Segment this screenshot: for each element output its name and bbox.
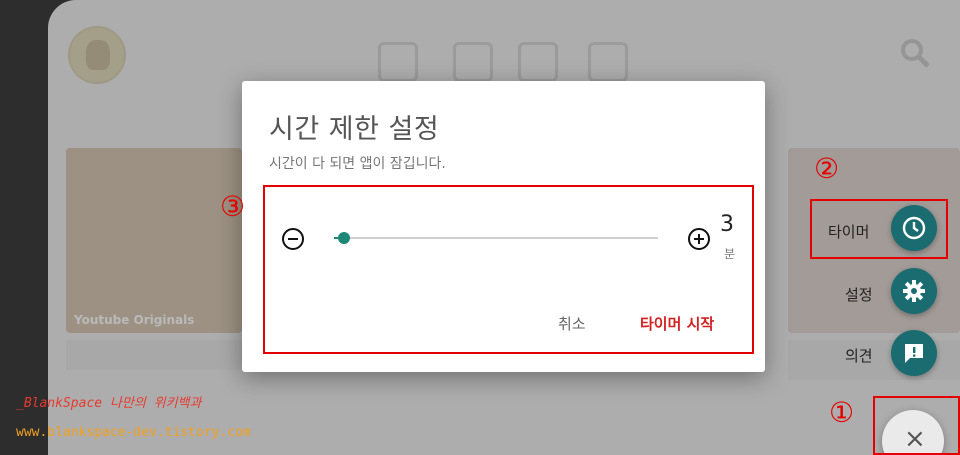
feedback-fab[interactable] (891, 330, 937, 376)
annotation-box-close (873, 396, 960, 455)
annotation-box-dialog (263, 185, 754, 354)
annotation-box-timer (810, 199, 948, 259)
feedback-icon (905, 344, 923, 363)
annotation-marker-1: ① (829, 396, 855, 429)
annotation-marker-3: ③ (220, 190, 246, 223)
feedback-fab-label: 의견 (845, 347, 873, 365)
watermark-url: www.blankspace-dev.tistory.com (16, 425, 251, 440)
watermark-title: _BlankSpace 나만의 위키백과 (16, 396, 202, 411)
gear-icon (903, 280, 925, 302)
screen: Youtube Originals 시간 제한 설정 시간이 다 되면 앱이 잠… (0, 0, 960, 455)
dialog-title: 시간 제한 설정 (269, 114, 440, 145)
annotation-marker-2: ② (814, 152, 840, 185)
settings-fab[interactable] (891, 268, 937, 314)
dialog-subtitle: 시간이 다 되면 앱이 잠깁니다. (269, 156, 446, 172)
settings-fab-label: 설정 (845, 286, 873, 304)
